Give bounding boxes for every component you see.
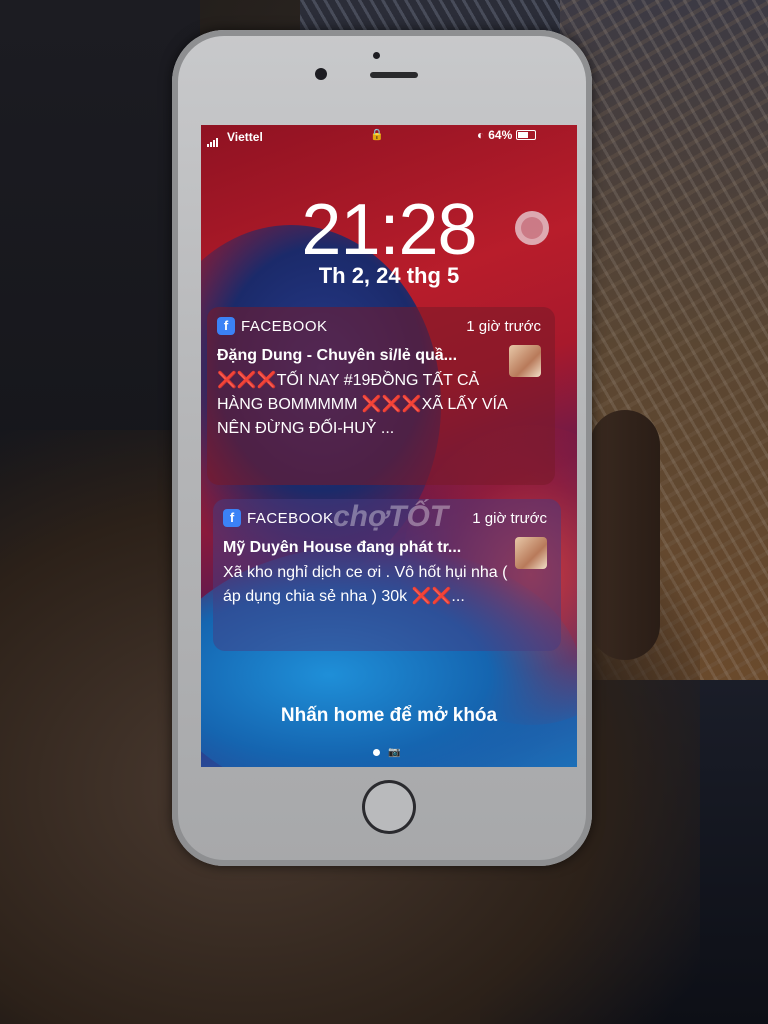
- phone: Viettel 🔒 ◐ 64% 21:28 Th 2, 24 thg 5 f F…: [172, 30, 592, 866]
- page-dot: [373, 749, 380, 756]
- camera-icon[interactable]: 📷: [388, 747, 400, 758]
- notification-title: Mỹ Duyên House đang phát tr...: [223, 539, 462, 556]
- facebook-icon: f: [223, 509, 241, 527]
- notification-body: Xã kho nghỉ dịch ce ơi . Vô hốt hụi nha …: [223, 564, 508, 605]
- lock-screen: Viettel 🔒 ◐ 64% 21:28 Th 2, 24 thg 5 f F…: [201, 125, 577, 767]
- battery-level-fill: [518, 132, 529, 138]
- lock-icon: 🔒: [370, 129, 384, 141]
- watermark: chợTỐT: [333, 500, 449, 533]
- battery-group: ◐ 64%: [477, 128, 537, 142]
- notification-thumbnail: [515, 537, 547, 569]
- carrier-name: Viettel: [227, 130, 263, 144]
- unlock-hint: Nhấn home để mở khóa: [280, 705, 498, 726]
- notification-time: 1 giờ trước: [466, 318, 541, 335]
- earpiece-speaker: [370, 72, 418, 78]
- notification-app-name: FACEBOOK: [241, 318, 328, 335]
- orientation-lock-icon: ◐: [477, 128, 485, 142]
- proximity-sensor: [373, 52, 380, 59]
- notification-thumbnail: [509, 345, 541, 377]
- front-camera: [315, 68, 327, 80]
- notification-time: 1 giờ trước: [472, 510, 547, 527]
- notification-header: f FACEBOOK 1 giờ trước: [217, 317, 545, 337]
- assistive-touch-button[interactable]: [515, 211, 549, 245]
- thumb: [590, 410, 660, 660]
- notification-title: Đặng Dung - Chuyên sỉ/lẻ quầ...: [217, 347, 458, 364]
- notification-app-name: FACEBOOK: [247, 510, 334, 527]
- home-button[interactable]: [362, 780, 416, 834]
- notification-card[interactable]: f FACEBOOK 1 giờ trước Đặng Dung - Chuyê…: [207, 307, 555, 485]
- lock-date: Th 2, 24 thg 5: [318, 263, 460, 288]
- facebook-icon: f: [217, 317, 235, 335]
- battery-percent: 64%: [488, 128, 513, 142]
- battery-icon: [516, 130, 537, 140]
- page-indicator: 📷: [373, 747, 400, 758]
- signal-icon: [207, 133, 219, 147]
- status-bar: Viettel 🔒 ◐ 64%: [201, 125, 577, 147]
- notification-body: ❌❌❌TỐI NAY #19ĐỒNG TẤT CẢ HÀNG BOMMMMM ❌…: [217, 372, 507, 437]
